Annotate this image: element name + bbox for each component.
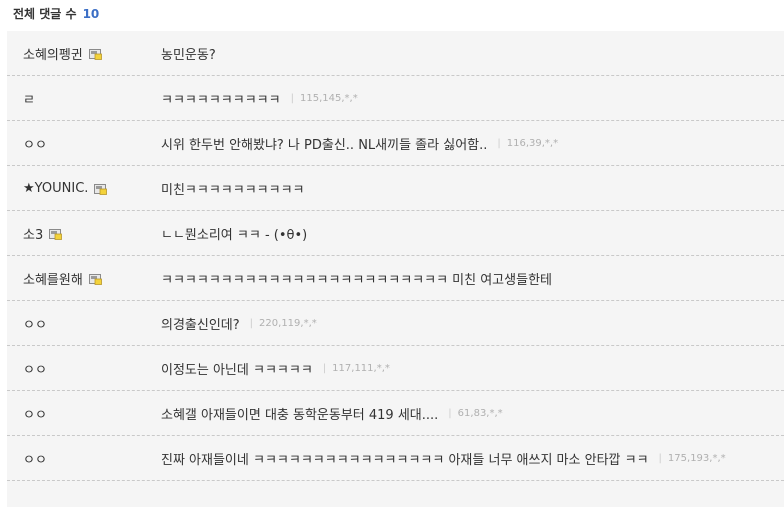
comment-text: 시위 한두번 안해봤냐? 나 PD출신.. NL새끼들 졸라 싫어함.. | 116…: [161, 121, 558, 165]
comment-nickname[interactable]: ㄹ: [23, 76, 35, 120]
comment-nickname[interactable]: ㅇㅇ: [23, 121, 47, 165]
comment-ip: 220,119,*,*: [259, 317, 317, 329]
comment-ip: 61,83,*,*: [457, 407, 503, 419]
member-icon: [88, 48, 102, 60]
comment-text: 진짜 아재들이네 ㅋㅋㅋㅋㅋㅋㅋㅋㅋㅋㅋㅋㅋㅋㅋㅋ 아재들 너무 애쓰지 마소 …: [161, 436, 726, 480]
nickname-text[interactable]: ㅇㅇ: [23, 404, 47, 423]
comment-row: 소혜를원해 ㅋㅋㅋㅋㅋㅋㅋㅋㅋㅋㅋㅋㅋㅋㅋㅋㅋㅋㅋㅋㅋㅋㅋㅋ 미친 여고생들한테: [7, 256, 784, 301]
comment-body: 소혜갤 아재들이면 대충 동학운동부터 419 세대....: [161, 407, 439, 423]
comment-text: ㅋㅋㅋㅋㅋㅋㅋㅋㅋㅋ | 115,145,*,*: [161, 76, 358, 120]
comment-row: ㅇㅇ 소혜갤 아재들이면 대충 동학운동부터 419 세대.... | 61,83,*…: [7, 391, 784, 436]
nickname-text[interactable]: ㅇㅇ: [23, 359, 47, 378]
comment-count-label: 전체 댓글 수: [13, 7, 77, 21]
member-icon: [49, 228, 63, 240]
comment-body: ㅋㅋㅋㅋㅋㅋㅋㅋㅋㅋㅋㅋㅋㅋㅋㅋㅋㅋㅋㅋㅋㅋㅋㅋ 미친 여고생들한테: [161, 272, 552, 288]
comment-body: ㄴㄴ뭔소리여 ㅋㅋ - (•θ•): [161, 227, 308, 243]
ip-separator: |: [290, 92, 294, 104]
comment-nickname[interactable]: ㅇㅇ: [23, 301, 47, 345]
nickname-text[interactable]: ㅇㅇ: [23, 314, 47, 333]
comment-row: ㅇㅇ 의경출신인데? | 220,119,*,*: [7, 301, 784, 346]
comment-row: ㅇㅇ 이정도는 아닌데 ㅋㅋㅋㅋㅋ | 117,111,*,*: [7, 346, 784, 391]
comment-row: ㄹ ㅋㅋㅋㅋㅋㅋㅋㅋㅋㅋ | 115,145,*,*: [7, 76, 784, 121]
comment-row: 소3 ㄴㄴ뭔소리여 ㅋㅋ - (•θ•): [7, 211, 784, 256]
ip-separator: |: [497, 137, 501, 149]
comment-body: 의경출신인데?: [161, 317, 240, 333]
comment-text: 농민운동?: [161, 31, 216, 75]
comment-ip: 116,39,*,*: [506, 137, 559, 149]
comment-text: ㅋㅋㅋㅋㅋㅋㅋㅋㅋㅋㅋㅋㅋㅋㅋㅋㅋㅋㅋㅋㅋㅋㅋㅋ 미친 여고생들한테: [161, 256, 552, 300]
comment-nickname[interactable]: 소혜를원해: [23, 256, 102, 300]
comment-body: 시위 한두번 안해봤냐? 나 PD출신.. NL새끼들 졸라 싫어함..: [161, 137, 488, 153]
comment-nickname[interactable]: ★YOUNIC.: [23, 166, 108, 210]
nickname-text[interactable]: ㄹ: [23, 89, 35, 108]
comment-body: 농민운동?: [161, 47, 216, 63]
comment-count-value: 10: [82, 6, 100, 21]
nickname-text[interactable]: 소혜를원해: [23, 269, 83, 288]
comment-row: ★YOUNIC. 미친ㅋㅋㅋㅋㅋㅋㅋㅋㅋㅋ: [7, 166, 784, 211]
comment-body: 이정도는 아닌데 ㅋㅋㅋㅋㅋ: [161, 362, 313, 378]
nickname-text[interactable]: 소혜의펭귄: [23, 44, 83, 63]
comment-body: 진짜 아재들이네 ㅋㅋㅋㅋㅋㅋㅋㅋㅋㅋㅋㅋㅋㅋㅋㅋ 아재들 너무 애쓰지 마소 …: [161, 452, 649, 468]
comment-nickname[interactable]: ㅇㅇ: [23, 346, 47, 390]
comment-nickname[interactable]: ㅇㅇ: [23, 436, 47, 480]
comment-text: 이정도는 아닌데 ㅋㅋㅋㅋㅋ | 117,111,*,*: [161, 346, 390, 390]
comment-row: ㅇㅇ 시위 한두번 안해봤냐? 나 PD출신.. NL새끼들 졸라 싫어함.. | 1…: [7, 121, 784, 166]
comment-body: ㅋㅋㅋㅋㅋㅋㅋㅋㅋㅋ: [161, 92, 281, 108]
comment-ip: 115,145,*,*: [299, 92, 358, 104]
ip-separator: |: [322, 362, 327, 374]
ip-separator: |: [448, 407, 452, 419]
comment-ip: 117,111,*,*: [332, 362, 390, 374]
ip-separator: |: [249, 317, 254, 329]
comment-text: ㄴㄴ뭔소리여 ㅋㅋ - (•θ•): [161, 211, 307, 255]
comment-nickname[interactable]: ㅇㅇ: [23, 391, 47, 435]
nickname-text[interactable]: ㅇㅇ: [23, 134, 47, 153]
nickname-text[interactable]: ★YOUNIC.: [23, 181, 88, 196]
comment-list: 소혜의펭귄 농민운동? ㄹ ㅋㅋㅋㅋㅋㅋㅋㅋㅋㅋ | 115,145,*,* ㅇㅇ 시위 한두…: [7, 31, 784, 507]
comment-text: 소혜갤 아재들이면 대충 동학운동부터 419 세대.... | 61,83,*,*: [161, 391, 503, 435]
member-icon: [94, 183, 108, 195]
comment-nickname[interactable]: 소3: [23, 211, 63, 255]
comment-row: 소혜의펭귄 농민운동?: [7, 31, 784, 76]
comment-nickname[interactable]: 소혜의펭귄: [23, 31, 102, 75]
member-icon: [88, 273, 102, 285]
comment-text: 미친ㅋㅋㅋㅋㅋㅋㅋㅋㅋㅋ: [161, 166, 305, 210]
comment-row: ㅇㅇ 진짜 아재들이네 ㅋㅋㅋㅋㅋㅋㅋㅋㅋㅋㅋㅋㅋㅋㅋㅋ 아재들 너무 애쓰지 마…: [7, 436, 784, 481]
ip-separator: |: [658, 452, 662, 464]
comment-count-header: 전체 댓글 수 10: [0, 0, 784, 27]
comment-ip: 175,193,*,*: [667, 452, 726, 464]
comment-text: 의경출신인데? | 220,119,*,*: [161, 301, 317, 345]
nickname-text[interactable]: 소3: [23, 224, 43, 243]
nickname-text[interactable]: ㅇㅇ: [23, 449, 47, 468]
comment-body: 미친ㅋㅋㅋㅋㅋㅋㅋㅋㅋㅋ: [161, 182, 305, 198]
